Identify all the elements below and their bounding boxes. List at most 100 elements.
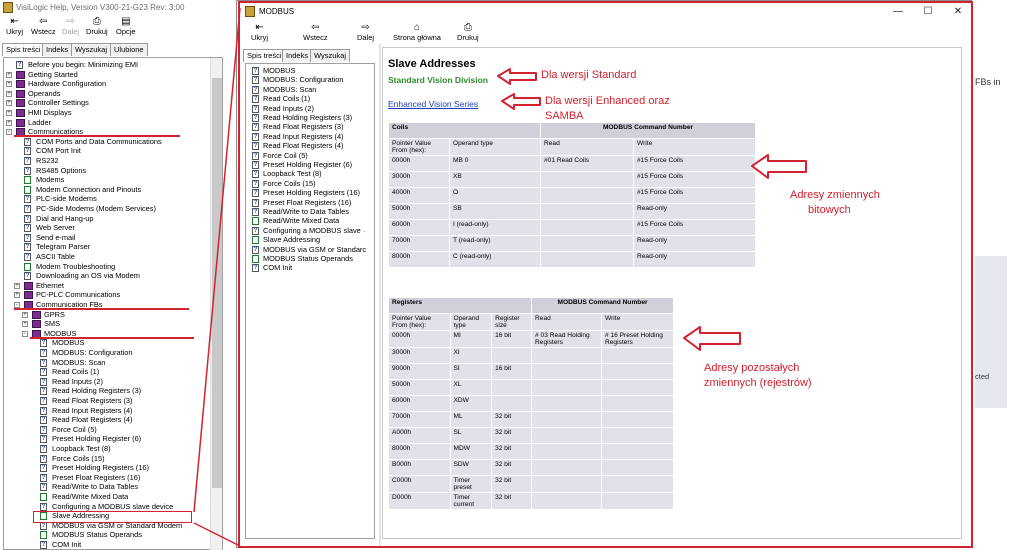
- highlight-box-slave-addressing: [33, 511, 192, 523]
- animated-topic-icon: [40, 531, 47, 540]
- topic-page-icon: ?: [24, 243, 31, 252]
- book-icon: [24, 281, 33, 290]
- bg-back-button[interactable]: ⇦ Wstecz: [31, 16, 56, 36]
- topic-page-icon: ?: [40, 349, 47, 357]
- bg-content-fragment: FBs in: [975, 77, 1001, 87]
- highlight-underline-communication-fbs: [14, 308, 189, 310]
- bg-tree-scrollbar[interactable]: [210, 58, 222, 550]
- tree-item-label: Modem Connection and Pinouts: [36, 184, 142, 194]
- expand-icon[interactable]: +: [6, 71, 12, 78]
- expand-icon[interactable]: +: [14, 282, 20, 289]
- bg-hide-button[interactable]: ⇤ Ukryj: [6, 16, 23, 36]
- bg-window-title: VisiLogic Help, Version V300-21-G23 Rev:…: [16, 3, 185, 12]
- expand-icon[interactable]: +: [14, 292, 20, 299]
- bg-print-button[interactable]: ⎙ Drukuj: [86, 16, 108, 36]
- tree-item-label: MODBUS: [52, 338, 85, 348]
- bg-toolbar: ⇤ Ukryj ⇦ Wstecz ⇨ Dalej ⎙ Drukuj ▤ Opcje: [0, 16, 240, 40]
- tree-item-label: Hardware Configuration: [28, 79, 107, 89]
- collapse-icon[interactable]: -: [22, 330, 28, 337]
- tree-item-label: Getting Started: [28, 69, 78, 79]
- bg-options-label: Opcje: [116, 27, 136, 36]
- book-icon: [16, 118, 25, 127]
- animated-topic-icon: [24, 176, 31, 185]
- book-icon: [16, 89, 25, 98]
- topic-page-icon: ?: [24, 205, 31, 213]
- tree-item-label: COM Port Init: [36, 146, 81, 156]
- topic-page-icon: ?: [40, 541, 47, 549]
- bg-content-fragment-2: cted: [975, 372, 990, 381]
- topic-page-icon: ?: [24, 272, 31, 281]
- tree-item-label: GPRS: [44, 309, 65, 319]
- tree-item-label: Modems: [36, 175, 65, 185]
- collapse-icon[interactable]: -: [6, 129, 12, 136]
- tree-item-label: COM Ports and Data Communications: [36, 136, 162, 146]
- tree-item-label: Read Coils (1): [52, 367, 100, 377]
- tree-item-label: ASCII Table: [36, 252, 75, 261]
- expand-icon[interactable]: +: [6, 119, 12, 126]
- annotation-enhanced-line2: SAMBA: [545, 110, 584, 122]
- tree-item-label: MODBUS Status Operands: [52, 530, 142, 540]
- topic-page-icon: ?: [24, 137, 31, 146]
- annotation-enhanced-line1: Dla wersji Enhanced oraz: [545, 95, 670, 107]
- annotation-standard: Dla wersji Standard: [541, 69, 637, 81]
- topic-page-icon: ?: [40, 483, 47, 492]
- animated-topic-icon: [24, 262, 31, 271]
- expand-icon[interactable]: +: [22, 311, 28, 318]
- bg-options-button[interactable]: ▤ Opcje: [116, 16, 136, 36]
- back-icon: ⇦: [39, 16, 48, 27]
- topic-page-icon: ?: [40, 454, 47, 463]
- topic-page-icon: ?: [40, 502, 47, 511]
- topic-page-icon: ?: [40, 387, 47, 396]
- expand-icon[interactable]: +: [6, 81, 12, 88]
- bg-print-label: Drukuj: [86, 27, 108, 36]
- book-icon: [16, 80, 25, 89]
- bg-content-table-fragment: [975, 256, 1007, 408]
- book-icon: [32, 310, 41, 319]
- bg-scroll-thumb[interactable]: [212, 78, 222, 488]
- bg-tab-favorites[interactable]: Ulubione: [110, 43, 148, 56]
- topic-page-icon: ?: [40, 435, 47, 444]
- topic-page-icon: ?: [24, 233, 31, 242]
- tree-item-label: Telegram Parser: [36, 242, 91, 252]
- tree-item-label: Read/Write to Data Tables: [52, 482, 138, 492]
- bg-tab-search[interactable]: Wyszukaj: [71, 43, 112, 56]
- bg-contents-tree: ? Before you begin: Minimizing EMI + Gettin…: [3, 57, 223, 550]
- help-app-icon: [3, 2, 13, 13]
- tree-item-label: Operands: [28, 88, 61, 98]
- highlight-underline-communications: [14, 135, 180, 137]
- topic-page-icon: ?: [40, 445, 47, 453]
- expand-icon[interactable]: +: [6, 90, 12, 97]
- tree-item-label: PC-Side Modems (Modem Services): [36, 204, 156, 213]
- expand-icon[interactable]: +: [6, 110, 12, 116]
- topic-page-icon: ?: [40, 358, 47, 367]
- topic-page-icon: ?: [24, 224, 31, 233]
- tree-item-label: SMS: [44, 319, 61, 329]
- topic-page-icon: ?: [40, 377, 47, 386]
- topic-page-icon: ?: [40, 397, 47, 405]
- bg-tab-index[interactable]: Indeks: [42, 43, 73, 56]
- hide-icon: ⇤: [10, 16, 19, 27]
- book-icon: [24, 291, 33, 300]
- book-icon: [16, 70, 25, 79]
- bg-tab-contents[interactable]: Spis treści: [2, 43, 45, 56]
- bg-back-label: Wstecz: [31, 27, 56, 36]
- animated-topic-icon: [40, 493, 47, 501]
- book-icon: [16, 109, 25, 117]
- highlight-frame: [238, 1, 973, 548]
- expand-icon[interactable]: +: [22, 321, 28, 328]
- tree-item-label: Force Coil (5): [52, 424, 97, 434]
- tree-item-label: MODBUS: Configuration: [52, 348, 133, 357]
- tree-item-label: Read Inputs (2): [52, 376, 103, 386]
- expand-icon[interactable]: +: [6, 100, 12, 107]
- tree-item-label: Web Server: [36, 223, 75, 233]
- bg-hide-label: Ukryj: [6, 27, 24, 36]
- topic-page-icon: ?: [40, 464, 47, 473]
- topic-page-icon: ?: [40, 473, 47, 482]
- tree-item-label: RS485 Options: [36, 165, 87, 175]
- tree-item-label: Modem Troubleshooting: [36, 261, 116, 271]
- tree-item-label: RS232: [36, 156, 59, 165]
- book-icon: [32, 320, 41, 329]
- tree-item-label: Send e-mail: [36, 232, 76, 242]
- bg-forward-button[interactable]: ⇨ Dalej: [62, 16, 79, 36]
- tree-item-label: Read Input Registers (4): [52, 405, 133, 415]
